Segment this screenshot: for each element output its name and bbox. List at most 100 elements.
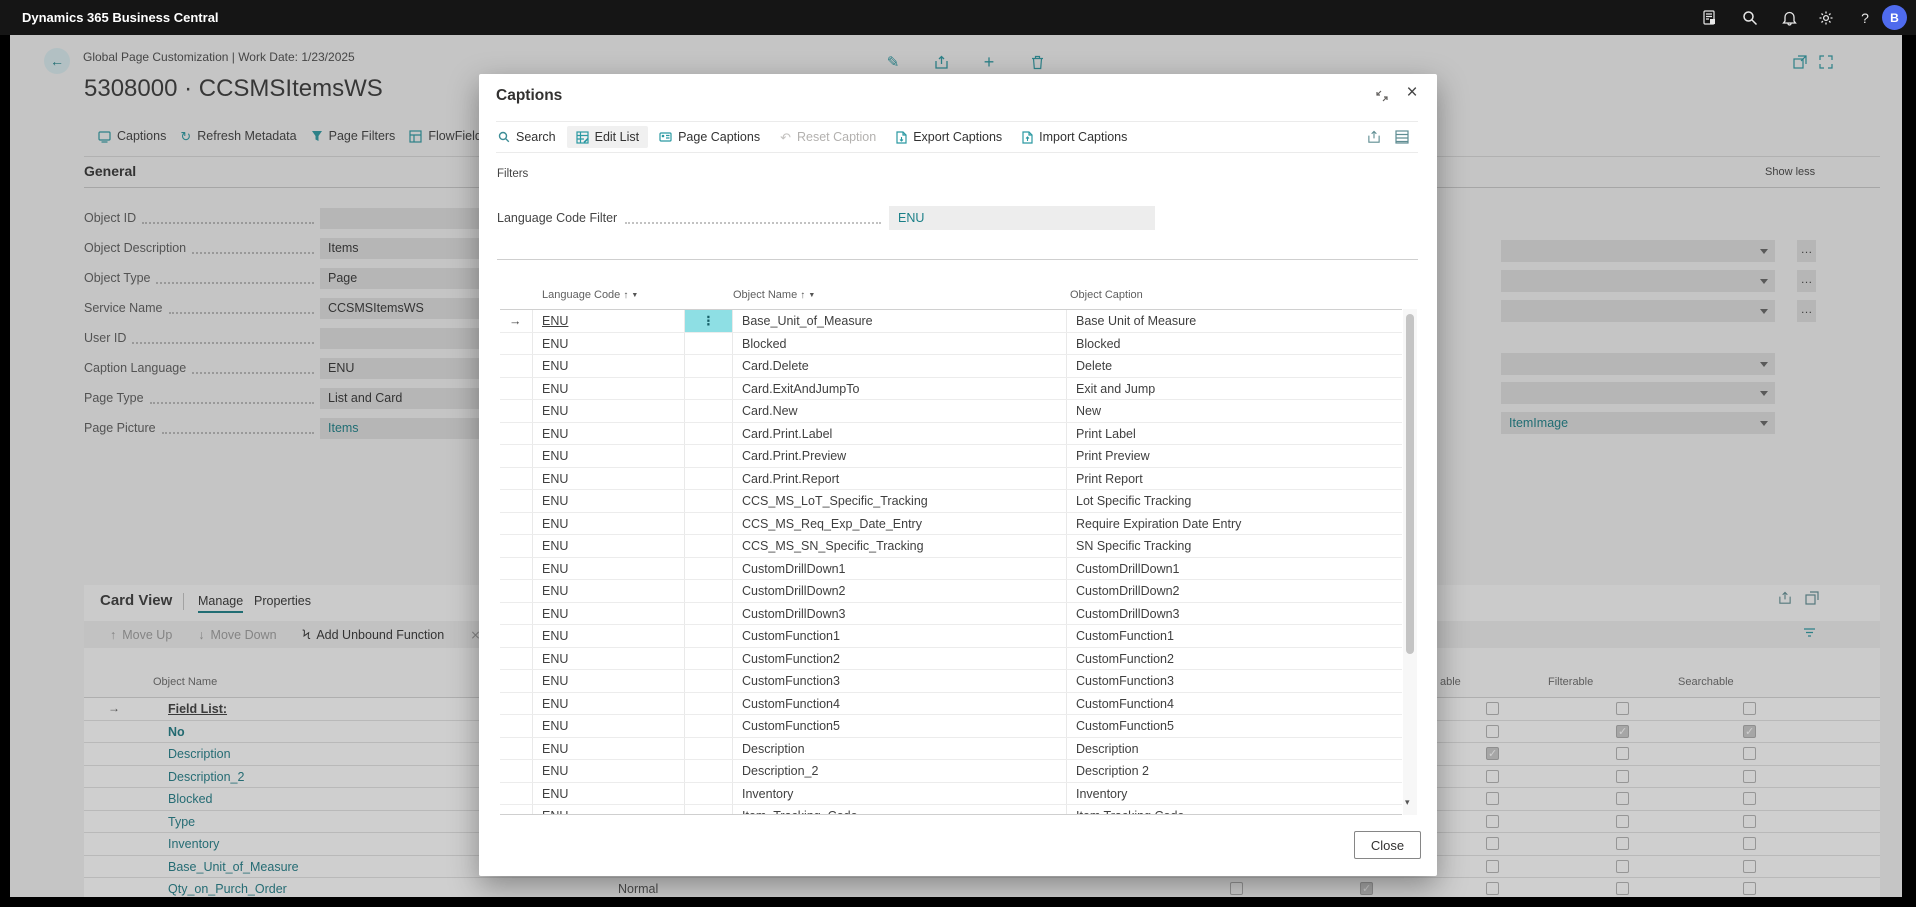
caption-row[interactable]: ENU ⋮ Inventory Inventory	[500, 783, 1402, 806]
caption-row[interactable]: ENU ⋮ Description_2 Description 2	[500, 760, 1402, 783]
caption-row[interactable]: ENU ⋮ CustomDrillDown2 CustomDrillDown2	[500, 580, 1402, 603]
object-name-cell[interactable]: CustomFunction5	[733, 715, 1067, 737]
avatar[interactable]: B	[1882, 5, 1907, 30]
language-code-cell[interactable]: ENU	[533, 625, 685, 647]
object-name-cell[interactable]: CustomFunction2	[733, 648, 1067, 670]
row-ellipsis-cell[interactable]: ⋮	[685, 310, 733, 332]
object-caption-cell[interactable]: Blocked	[1067, 333, 1402, 355]
caption-row[interactable]: ENU ⋮ CustomDrillDown3 CustomDrillDown3	[500, 603, 1402, 626]
object-caption-cell[interactable]: CustomFunction1	[1067, 625, 1402, 647]
import-captions-action[interactable]: Import Captions	[1013, 126, 1136, 148]
language-code-cell[interactable]: ENU	[533, 445, 685, 467]
object-caption-cell[interactable]: Description 2	[1067, 760, 1402, 782]
notifications-icon[interactable]	[1779, 8, 1799, 28]
object-caption-cell[interactable]: Base Unit of Measure	[1067, 310, 1402, 332]
object-name-cell[interactable]: Description_2	[733, 760, 1067, 782]
edit-list-action[interactable]: Edit List	[567, 126, 648, 148]
row-ellipsis-cell[interactable]: ⋮	[685, 468, 733, 490]
object-name-cell[interactable]: Blocked	[733, 333, 1067, 355]
object-name-cell[interactable]: Card.Print.Label	[733, 423, 1067, 445]
page-captions-action[interactable]: Page Captions	[650, 126, 769, 148]
object-caption-cell[interactable]: Print Label	[1067, 423, 1402, 445]
object-caption-cell[interactable]: CustomDrillDown3	[1067, 603, 1402, 625]
language-code-column-header[interactable]: Language Code ↑ ▼	[542, 289, 638, 301]
language-code-cell[interactable]: ENU	[533, 670, 685, 692]
row-ellipsis-cell[interactable]: ⋮	[685, 513, 733, 535]
caption-row[interactable]: ENU ⋮ Card.New New	[500, 400, 1402, 423]
caption-row[interactable]: ENU ⋮ Card.Delete Delete	[500, 355, 1402, 378]
row-ellipsis-cell[interactable]: ⋮	[685, 625, 733, 647]
object-caption-cell[interactable]: SN Specific Tracking	[1067, 535, 1402, 557]
language-code-cell[interactable]: ENU	[533, 648, 685, 670]
row-ellipsis-cell[interactable]: ⋮	[685, 805, 733, 815]
row-ellipsis-cell[interactable]: ⋮	[685, 783, 733, 805]
language-code-cell[interactable]: ENU	[533, 400, 685, 422]
caption-row[interactable]: ENU ⋮ Card.ExitAndJumpTo Exit and Jump	[500, 378, 1402, 401]
restore-window-icon[interactable]	[1375, 89, 1391, 105]
row-ellipsis-cell[interactable]: ⋮	[685, 333, 733, 355]
caption-row[interactable]: ENU ⋮ Card.Print.Preview Print Preview	[500, 445, 1402, 468]
language-code-cell[interactable]: ENU	[533, 603, 685, 625]
row-ellipsis-cell[interactable]: ⋮	[685, 693, 733, 715]
object-caption-cell[interactable]: CustomDrillDown1	[1067, 558, 1402, 580]
settings-gear-icon[interactable]	[1816, 8, 1836, 28]
object-name-cell[interactable]: Card.New	[733, 400, 1067, 422]
language-code-cell[interactable]: ENU	[533, 355, 685, 377]
language-code-cell[interactable]: ENU	[533, 738, 685, 760]
object-caption-cell[interactable]: Require Expiration Date Entry	[1067, 513, 1402, 535]
share-icon[interactable]	[1367, 130, 1381, 144]
caption-row[interactable]: ENU ⋮ CustomFunction5 CustomFunction5	[500, 715, 1402, 738]
caption-row[interactable]: ENU ⋮ Base_Unit_of_Measure Base Unit of …	[500, 310, 1402, 333]
object-name-cell[interactable]: CustomFunction4	[733, 693, 1067, 715]
row-ellipsis-cell[interactable]: ⋮	[685, 378, 733, 400]
language-code-cell[interactable]: ENU	[533, 333, 685, 355]
object-name-cell[interactable]: Item_Tracking_Code	[733, 805, 1067, 815]
object-caption-cell[interactable]: CustomDrillDown2	[1067, 580, 1402, 602]
caption-row[interactable]: ENU ⋮ Description Description	[500, 738, 1402, 761]
language-code-cell[interactable]: ENU	[533, 580, 685, 602]
caption-row[interactable]: ENU ⋮ CCS_MS_LoT_Specific_Tracking Lot S…	[500, 490, 1402, 513]
object-caption-cell[interactable]: New	[1067, 400, 1402, 422]
language-code-cell[interactable]: ENU	[533, 805, 685, 815]
caption-row[interactable]: ENU ⋮ CustomDrillDown1 CustomDrillDown1	[500, 558, 1402, 581]
object-name-cell[interactable]: CCS_MS_Req_Exp_Date_Entry	[733, 513, 1067, 535]
object-name-cell[interactable]: CustomDrillDown3	[733, 603, 1067, 625]
object-caption-cell[interactable]: Print Report	[1067, 468, 1402, 490]
row-ellipsis-cell[interactable]: ⋮	[685, 490, 733, 512]
caption-row[interactable]: ENU ⋮ CCS_MS_Req_Exp_Date_Entry Require …	[500, 513, 1402, 536]
object-name-cell[interactable]: CustomDrillDown2	[733, 580, 1067, 602]
object-name-cell[interactable]: CustomFunction3	[733, 670, 1067, 692]
object-name-cell[interactable]: CCS_MS_SN_Specific_Tracking	[733, 535, 1067, 557]
language-code-cell[interactable]: ENU	[533, 693, 685, 715]
language-code-cell[interactable]: ENU	[533, 378, 685, 400]
caption-row[interactable]: ENU ⋮ CustomFunction2 CustomFunction2	[500, 648, 1402, 671]
object-name-cell[interactable]: Inventory	[733, 783, 1067, 805]
object-name-cell[interactable]: Card.Delete	[733, 355, 1067, 377]
object-caption-cell[interactable]: Print Preview	[1067, 445, 1402, 467]
row-ellipsis-cell[interactable]: ⋮	[685, 445, 733, 467]
row-ellipsis-cell[interactable]: ⋮	[685, 580, 733, 602]
scroll-down-icon[interactable]: ▾	[1405, 797, 1410, 808]
language-code-cell[interactable]: ENU	[533, 423, 685, 445]
language-code-cell[interactable]: ENU	[533, 760, 685, 782]
caption-row[interactable]: ENU ⋮ CCS_MS_SN_Specific_Tracking SN Spe…	[500, 535, 1402, 558]
caption-row[interactable]: ENU ⋮ Item_Tracking_Code Item Tracking C…	[500, 805, 1402, 815]
language-code-cell[interactable]: ENU	[533, 558, 685, 580]
object-caption-cell[interactable]: CustomFunction2	[1067, 648, 1402, 670]
reset-caption-action[interactable]: ↶ Reset Caption	[771, 126, 885, 148]
object-name-cell[interactable]: CustomFunction1	[733, 625, 1067, 647]
object-name-cell[interactable]: Description	[733, 738, 1067, 760]
object-name-column-header[interactable]: Object Name ↑ ▼	[733, 289, 815, 301]
search-action[interactable]: Search	[489, 126, 565, 148]
tell-me-icon[interactable]	[1700, 8, 1720, 28]
row-ellipsis-cell[interactable]: ⋮	[685, 400, 733, 422]
language-code-cell[interactable]: ENU	[533, 535, 685, 557]
object-caption-cell[interactable]: Inventory	[1067, 783, 1402, 805]
caption-row[interactable]: ENU ⋮ CustomFunction4 CustomFunction4	[500, 693, 1402, 716]
row-ellipsis-cell[interactable]: ⋮	[685, 558, 733, 580]
object-caption-cell[interactable]: Lot Specific Tracking	[1067, 490, 1402, 512]
close-icon[interactable]: ×	[1399, 80, 1425, 106]
caption-row[interactable]: ENU ⋮ CustomFunction3 CustomFunction3	[500, 670, 1402, 693]
row-ellipsis-cell[interactable]: ⋮	[685, 535, 733, 557]
row-ellipsis-cell[interactable]: ⋮	[685, 670, 733, 692]
